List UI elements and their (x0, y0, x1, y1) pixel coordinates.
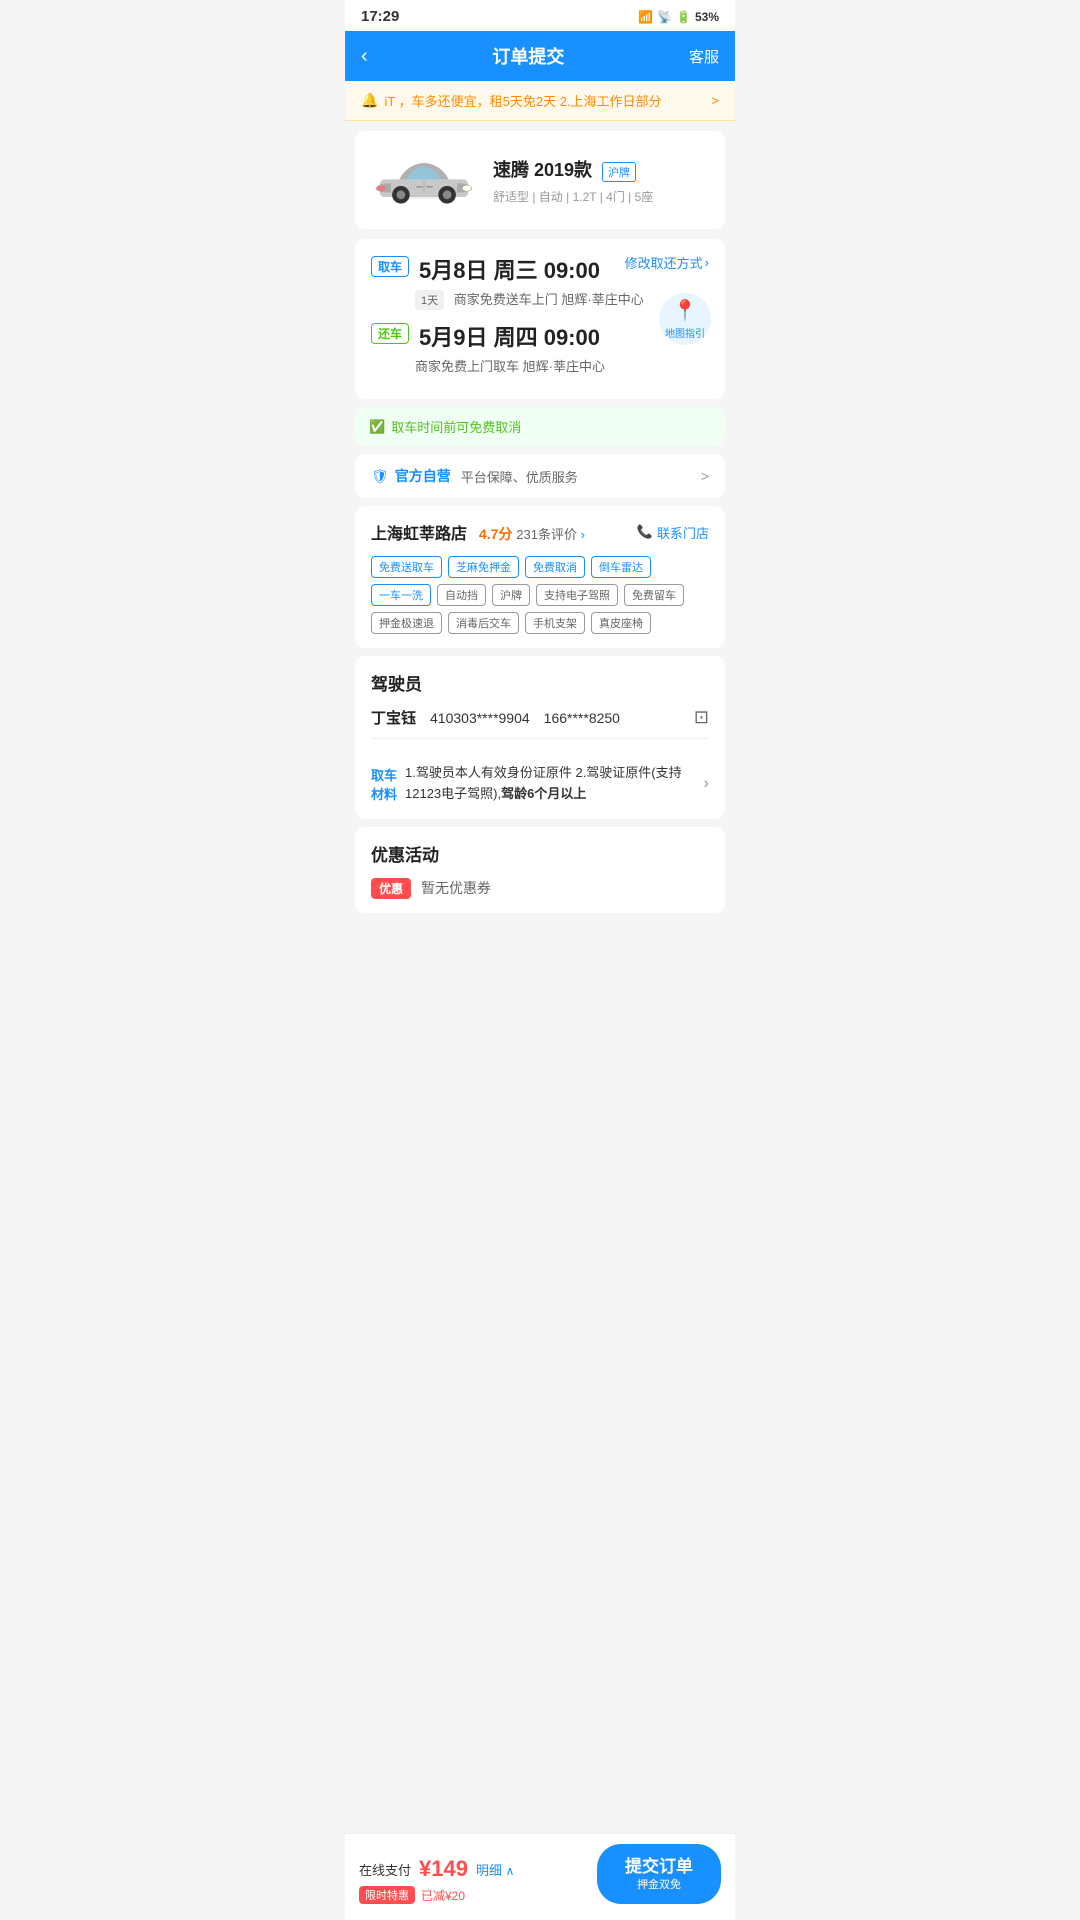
official-label: 官方自营 (395, 466, 451, 486)
rental-section: 取车 5月8日 周三 09:00 修改取还方式 › 1天 商家免费送车上门 旭辉… (355, 239, 725, 399)
back-button[interactable]: ‹ (361, 45, 368, 68)
divider (371, 738, 709, 739)
car-name: 速腾 2019款 (493, 160, 592, 180)
contact-store-button[interactable]: 📞 联系门店 (637, 523, 709, 542)
promo-text: iT ，车多还便宜，租5天免2天 2.上海工作日部分 (384, 91, 661, 110)
price-row: 在线支付 ¥149 明细 ∧ (359, 1856, 597, 1882)
driver-section-title: 驾驶员 (371, 670, 709, 695)
take-label: 取车 (371, 765, 397, 784)
store-tag: 倒车雷达 (591, 556, 651, 578)
service-button[interactable]: 客服 (689, 46, 719, 67)
price-label: 在线支付 (359, 1860, 411, 1879)
car-illustration (369, 148, 479, 213)
car-license-tag: 沪牌 (602, 162, 636, 182)
store-rating: 4.7分 (479, 526, 512, 542)
store-name-area: 上海虹莘路店 4.7分 231条评价 › (371, 520, 585, 544)
car-info: 速腾 2019款 沪牌 舒适型 | 自动 | 1.2T | 4门 | 5座 (493, 156, 711, 205)
signal-icon: 📶 (638, 10, 653, 24)
discount-row: 限时特惠 已减¥20 (359, 1886, 597, 1904)
store-tag: 免费留车 (624, 584, 684, 606)
check-icon: ✅ (369, 419, 385, 435)
cancel-notice: ✅ 取车时间前可免费取消 (355, 407, 725, 446)
store-tag: 沪牌 (492, 584, 530, 606)
bottom-bar: 在线支付 ¥149 明细 ∧ 限时特惠 已减¥20 提交订单 押金双免 (345, 1833, 735, 1920)
driver-name: 丁宝钰 (371, 707, 416, 728)
store-tag: 押金极速退 (371, 612, 442, 634)
driver-edit-button[interactable]: ⊡ (694, 707, 709, 728)
driver-phone: 166****8250 (544, 710, 620, 726)
days-badge: 1天 (415, 290, 444, 310)
driver-section: 驾驶员 丁宝钰 410303****9904 166****8250 ⊡ 取车 … (355, 656, 725, 819)
discount-text: 已减¥20 (421, 1887, 465, 1904)
promo-none-text: 暂无优惠券 (421, 878, 491, 898)
promo-row[interactable]: 优惠 暂无优惠券 (371, 878, 709, 899)
store-reviews[interactable]: 231条评价 › (516, 527, 585, 542)
store-tag: 真皮座椅 (591, 612, 651, 634)
materials-row[interactable]: 取车 材料 1.驾驶员本人有效身份证原件 2.驾驶证原件(支持12123电子驾照… (371, 749, 709, 805)
promo-activity-section: 优惠活动 优惠 暂无优惠券 (355, 827, 725, 913)
phone-icon: 📞 (637, 524, 653, 540)
promo-tag: 优惠 (371, 878, 411, 899)
store-tag: 消毒后交车 (448, 612, 519, 634)
official-desc: 平台保障、优质服务 (461, 467, 578, 486)
store-section: 上海虹莘路店 4.7分 231条评价 › 📞 联系门店 免费送取车芝麻免押金免费… (355, 506, 725, 648)
cancel-text: 取车时间前可免费取消 (391, 417, 521, 436)
pickup-datetime: 5月8日 周三 09:00 (419, 253, 600, 285)
page-title: 订单提交 (368, 43, 689, 69)
discount-badge: 限时特惠 (359, 1886, 415, 1904)
status-bar: 17:29 📶 📡 🔋 53% (345, 0, 735, 31)
return-datetime: 5月9日 周四 09:00 (419, 320, 600, 352)
store-tag: 自动挡 (437, 584, 486, 606)
shield-icon: 🛡 (371, 468, 389, 485)
promo-speaker-icon: 🔔 (361, 92, 378, 109)
official-badge[interactable]: 🛡 官方自营 平台保障、优质服务 > (355, 454, 725, 498)
store-tag: 免费送取车 (371, 556, 442, 578)
map-guide-button[interactable]: 📍 地图指引 (659, 293, 711, 345)
store-tag: 手机支架 (525, 612, 585, 634)
return-sub: 商家免费上门取车 旭辉·莘庄中心 (415, 356, 709, 375)
modify-button[interactable]: 修改取还方式 › (625, 253, 709, 272)
car-card: 速腾 2019款 沪牌 舒适型 | 自动 | 1.2T | 4门 | 5座 (355, 131, 725, 229)
status-icons: 📶 📡 🔋 53% (638, 10, 719, 24)
return-row: 还车 5月9日 周四 09:00 (371, 320, 709, 352)
pickup-row: 取车 5月8日 周三 09:00 修改取还方式 › (371, 253, 709, 285)
battery-icon: 🔋 (676, 10, 691, 24)
price-amount: ¥149 (419, 1856, 468, 1882)
materials-content: 1.驾驶员本人有效身份证原件 2.驾驶证原件(支持12123电子驾照),驾龄6个… (405, 763, 696, 805)
map-icon: 📍 (673, 298, 698, 323)
material-label: 材料 (371, 784, 397, 803)
return-badge: 还车 (371, 323, 409, 344)
price-area: 在线支付 ¥149 明细 ∧ 限时特惠 已减¥20 (359, 1856, 597, 1904)
materials-label: 取车 材料 (371, 765, 397, 803)
store-tag: 一车一洗 (371, 584, 431, 606)
driver-row: 丁宝钰 410303****9904 166****8250 ⊡ (371, 707, 709, 728)
store-tag: 免费取消 (525, 556, 585, 578)
promo-banner[interactable]: 🔔 iT ，车多还便宜，租5天免2天 2.上海工作日部分 > (345, 81, 735, 121)
car-spec: 舒适型 | 自动 | 1.2T | 4门 | 5座 (493, 188, 711, 205)
car-image (369, 145, 479, 215)
store-tags: 免费送取车芝麻免押金免费取消倒车雷达一车一洗自动挡沪牌支持电子驾照免费留车押金极… (371, 556, 709, 634)
store-name: 上海虹莘路店 (371, 526, 467, 543)
official-arrow-icon: > (701, 468, 709, 484)
car-name-row: 速腾 2019款 沪牌 (493, 156, 711, 182)
promo-arrow-icon: > (711, 93, 719, 108)
driver-id: 410303****9904 (430, 710, 530, 726)
store-tag: 芝麻免押金 (448, 556, 519, 578)
submit-order-button[interactable]: 提交订单 押金双免 (597, 1844, 721, 1904)
pickup-badge: 取车 (371, 256, 409, 277)
store-tag: 支持电子驾照 (536, 584, 618, 606)
status-time: 17:29 (361, 8, 399, 25)
wifi-icon: 📡 (657, 10, 672, 24)
map-guide-label: 地图指引 (665, 325, 705, 340)
price-detail-button[interactable]: 明细 ∧ (476, 1860, 514, 1879)
materials-arrow-icon: › (704, 775, 709, 793)
battery-percent: 53% (695, 10, 719, 24)
header: ‹ 订单提交 客服 (345, 31, 735, 81)
store-header: 上海虹莘路店 4.7分 231条评价 › 📞 联系门店 (371, 520, 709, 544)
promo-title: 优惠活动 (371, 841, 709, 866)
